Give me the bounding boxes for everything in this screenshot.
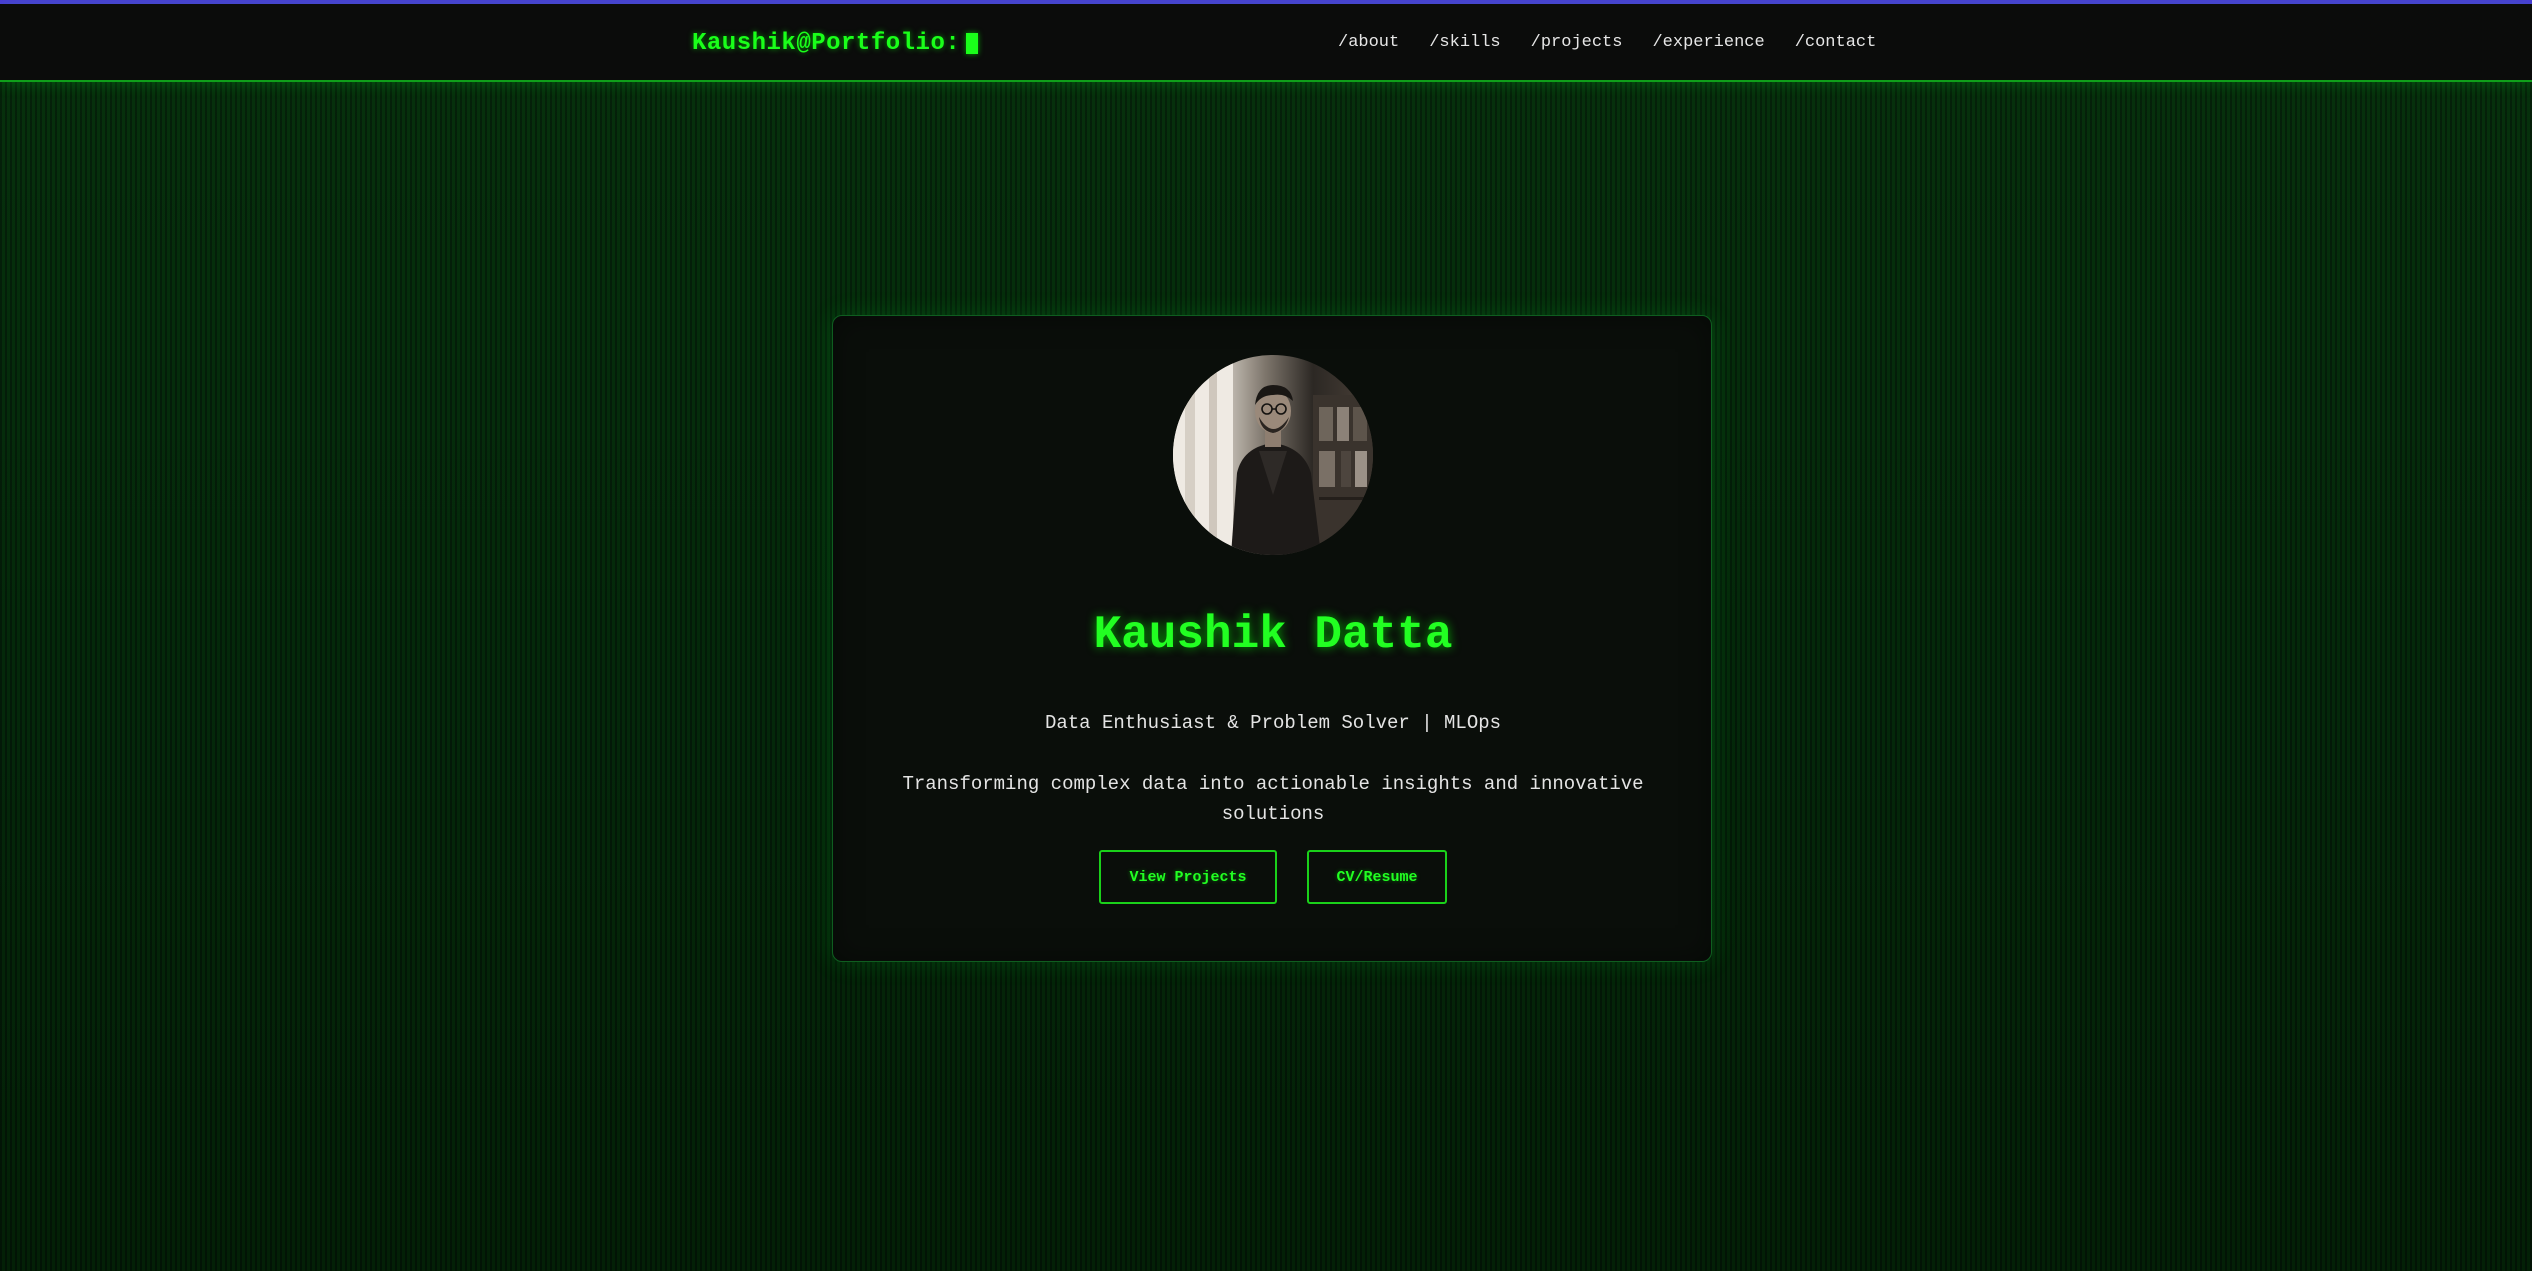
profile-photo-icon xyxy=(1173,355,1373,555)
hero-description: Transforming complex data into actionabl… xyxy=(902,773,1644,825)
brand-text: Kaushik@Portfolio: xyxy=(692,29,961,57)
navbar: Kaushik@Portfolio: /about /skills /proje… xyxy=(0,4,2532,82)
terminal-cursor-icon xyxy=(966,32,979,54)
nav-link-skills[interactable]: /skills xyxy=(1429,30,1500,56)
nav-link-about[interactable]: /about xyxy=(1338,30,1399,56)
cv-resume-button[interactable]: CV/Resume xyxy=(1307,850,1447,904)
nav-link-contact[interactable]: /contact xyxy=(1795,30,1877,56)
view-projects-button[interactable]: View Projects xyxy=(1099,850,1277,904)
brand-logo[interactable]: Kaushik@Portfolio: xyxy=(692,26,979,60)
nav-link-experience[interactable]: /experience xyxy=(1652,30,1764,56)
hero-card: Kaushik Datta Data Enthusiast & Problem … xyxy=(832,315,1712,962)
hero-tagline: Data Enthusiast & Problem Solver | MLOps xyxy=(1044,712,1502,734)
hero-name: Kaushik Datta xyxy=(1093,608,1453,661)
avatar xyxy=(1173,355,1373,555)
nav-link-projects[interactable]: /projects xyxy=(1531,30,1623,56)
nav-links: /about /skills /projects /experience /co… xyxy=(1338,30,1876,56)
